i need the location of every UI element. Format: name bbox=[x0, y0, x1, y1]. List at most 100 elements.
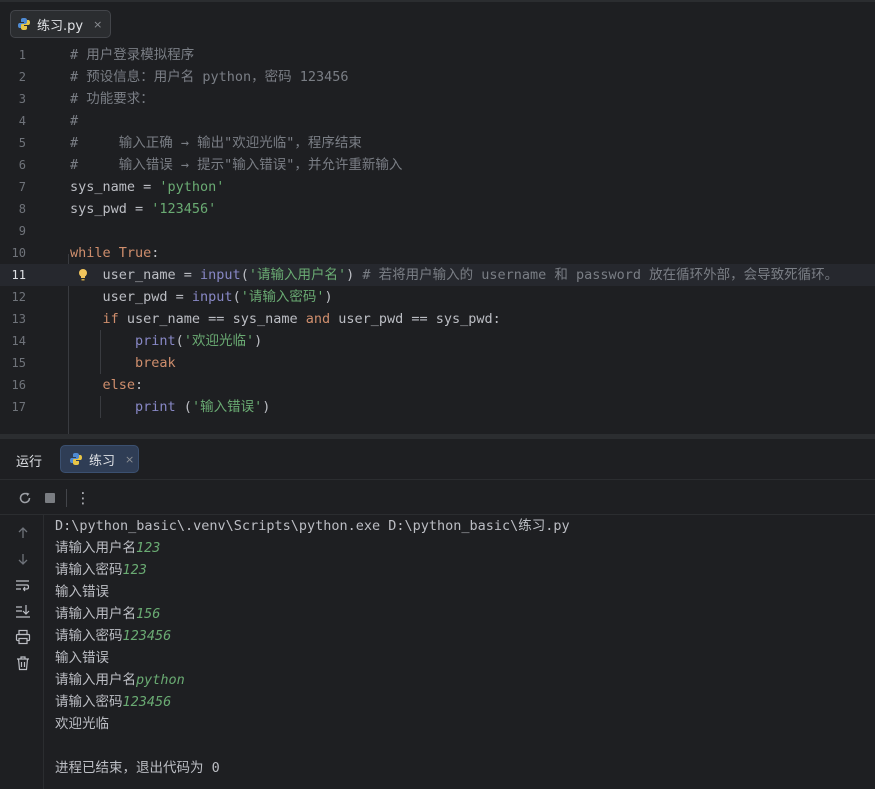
code-token: user_name == sys_name bbox=[126, 311, 306, 327]
code-text: while True: bbox=[70, 242, 159, 264]
code-token: print bbox=[135, 399, 176, 415]
code-line[interactable]: 11 user_name = input('请输入用户名') # 若将用户输入的… bbox=[0, 264, 875, 286]
line-number: 13 bbox=[11, 312, 26, 326]
line-number: 17 bbox=[11, 400, 26, 414]
code-editor[interactable]: 1 # 用户登录模拟程序 2 # 预设信息：用户名 python，密码 123456 3… bbox=[0, 44, 875, 434]
scroll-to-end-icon[interactable] bbox=[14, 602, 32, 620]
code-text: else: bbox=[70, 374, 144, 396]
run-toolbar: ⋮ bbox=[0, 479, 875, 515]
code-line[interactable]: 15 break bbox=[0, 352, 875, 374]
code-token: user_pwd = bbox=[70, 289, 192, 305]
python-file-icon bbox=[18, 18, 30, 30]
editor-tab-lianxi-py[interactable]: 练习.py × bbox=[10, 10, 112, 38]
line-number: 10 bbox=[11, 246, 26, 260]
console-line: 请输入用户名156 bbox=[55, 603, 865, 625]
console-user-input: 123456 bbox=[122, 694, 172, 710]
soft-wrap-icon[interactable] bbox=[14, 576, 32, 594]
console-line: 请输入密码123 bbox=[55, 559, 865, 581]
code-line[interactable]: 8 sys_pwd = '123456' bbox=[0, 198, 875, 220]
code-line[interactable]: 1 # 用户登录模拟程序 bbox=[0, 44, 875, 66]
line-number: 3 bbox=[18, 92, 26, 106]
code-text: # 功能要求： bbox=[70, 88, 154, 110]
code-line[interactable]: 16 else: bbox=[0, 374, 875, 396]
code-line[interactable]: 2 # 预设信息：用户名 python，密码 123456 bbox=[0, 66, 875, 88]
console-line: 欢迎光临 bbox=[55, 713, 865, 735]
console-text: 进程已结束，退出代码为 0 bbox=[55, 760, 220, 776]
code-token: # 输入错误 → 提示"输入错误"，并允许重新输入 bbox=[70, 157, 403, 173]
code-text: print('欢迎光临') bbox=[70, 330, 262, 352]
code-token: sys_name = bbox=[70, 179, 160, 195]
lightbulb-icon[interactable] bbox=[78, 268, 88, 282]
code-line[interactable]: 4 # bbox=[0, 110, 875, 132]
run-tab-lianxi[interactable]: 练习 × bbox=[60, 445, 139, 473]
code-line[interactable]: 9 bbox=[0, 220, 875, 242]
code-token: # bbox=[70, 113, 79, 129]
console-user-input: python bbox=[136, 672, 185, 688]
console-output[interactable]: D:\python_basic\.venv\Scripts\python.exe… bbox=[55, 515, 865, 779]
console-text: 请输入密码 bbox=[55, 562, 123, 578]
line-number: 4 bbox=[18, 114, 26, 128]
code-token: '123456' bbox=[151, 201, 217, 217]
code-token: user_name = bbox=[70, 267, 201, 283]
code-token: input bbox=[191, 289, 233, 305]
arrow-up-icon[interactable] bbox=[14, 524, 32, 542]
code-token: ) bbox=[254, 333, 263, 349]
line-number: 2 bbox=[18, 70, 26, 84]
more-options-icon[interactable]: ⋮ bbox=[74, 489, 92, 507]
code-text: # 输入正确 → 输出"欢迎光临"，程序结束 bbox=[70, 132, 362, 154]
code-token: ) bbox=[262, 399, 271, 415]
console-side-toolbar bbox=[0, 515, 44, 789]
line-number: 5 bbox=[18, 136, 26, 150]
print-icon[interactable] bbox=[14, 628, 32, 646]
rerun-icon[interactable] bbox=[16, 489, 34, 507]
console-text: 请输入用户名 bbox=[55, 672, 136, 688]
line-number: 16 bbox=[11, 378, 26, 392]
run-tab-label: 练习 bbox=[89, 453, 116, 469]
trash-icon[interactable] bbox=[14, 654, 32, 672]
code-token: # 预设信息：用户名 python，密码 123456 bbox=[70, 69, 349, 85]
console-user-input: 156 bbox=[136, 606, 161, 622]
close-icon[interactable]: × bbox=[93, 18, 102, 31]
arrow-down-icon[interactable] bbox=[14, 550, 32, 568]
code-token: # 若将用户输入的 username 和 password 放在循环外部，会导致… bbox=[362, 267, 839, 283]
console-text: 输入错误 bbox=[55, 584, 109, 600]
console-line: 请输入密码123456 bbox=[55, 691, 865, 713]
code-token: ( bbox=[175, 333, 184, 349]
code-line[interactable]: 13 if user_name == sys_name and user_pwd… bbox=[0, 308, 875, 330]
line-number: 14 bbox=[11, 334, 26, 348]
editor-tab-label: 练习.py bbox=[37, 18, 84, 34]
code-line[interactable]: 10 while True: bbox=[0, 242, 875, 264]
code-token: 'python' bbox=[159, 179, 225, 195]
code-token: else bbox=[102, 377, 136, 393]
code-line[interactable]: 6 # 输入错误 → 提示"输入错误"，并允许重新输入 bbox=[0, 154, 875, 176]
console-user-input: 123 bbox=[136, 540, 161, 556]
run-header: 运行 练习 × bbox=[0, 439, 875, 479]
code-text: user_pwd = input('请输入密码') bbox=[70, 286, 333, 308]
code-line[interactable]: 5 # 输入正确 → 输出"欢迎光临"，程序结束 bbox=[0, 132, 875, 154]
code-text: sys_name = 'python' bbox=[70, 176, 224, 198]
code-line[interactable]: 12 user_pwd = input('请输入密码') bbox=[0, 286, 875, 308]
console-user-input: 123 bbox=[122, 562, 147, 578]
console-line: 输入错误 bbox=[55, 647, 865, 669]
stop-icon[interactable] bbox=[41, 489, 59, 507]
code-line[interactable]: 17 print ('输入错误') bbox=[0, 396, 875, 418]
code-token: : bbox=[151, 245, 160, 261]
code-token: print bbox=[135, 333, 176, 349]
console-user-input: 123456 bbox=[122, 628, 172, 644]
code-token: '欢迎光临' bbox=[183, 333, 255, 349]
console-line: 请输入用户名python bbox=[55, 669, 865, 691]
code-token: : bbox=[135, 377, 144, 393]
console-line: 请输入密码123456 bbox=[55, 625, 865, 647]
code-token: while bbox=[70, 245, 119, 261]
code-line[interactable]: 7 sys_name = 'python' bbox=[0, 176, 875, 198]
close-icon[interactable]: × bbox=[125, 453, 134, 466]
run-tool-window: 运行 练习 × ⋮ D:\python_basic\.venv\Scripts\… bbox=[0, 439, 875, 789]
console-text: 请输入用户名 bbox=[55, 540, 136, 556]
code-line[interactable]: 14 print('欢迎光临') bbox=[0, 330, 875, 352]
code-line[interactable]: 3 # 功能要求： bbox=[0, 88, 875, 110]
